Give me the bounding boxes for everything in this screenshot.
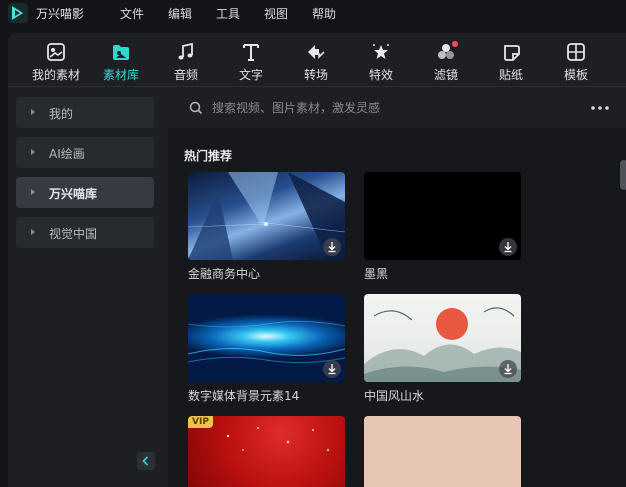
media-thumbnail [364, 294, 521, 382]
media-card-peach[interactable] [364, 416, 521, 487]
download-icon[interactable] [323, 360, 341, 378]
effects-star-icon [373, 44, 389, 59]
expand-arrow-icon [31, 189, 35, 195]
tab-template[interactable]: 模板 [544, 41, 608, 85]
tab-stock-library[interactable]: 素材库 [89, 41, 153, 85]
my-media-icon [47, 43, 65, 61]
menu-edit[interactable]: 编辑 [168, 5, 192, 22]
tab-effects-label: 特效 [368, 68, 393, 82]
download-icon[interactable] [323, 238, 341, 256]
template-icon [567, 43, 585, 61]
category-sidebar: 我的 AI绘画 万兴喵库 视觉中国 [8, 88, 168, 487]
media-card-title: 数字媒体背景元素14 [188, 389, 300, 403]
menu-help[interactable]: 帮助 [312, 5, 336, 22]
transition-icon [308, 45, 325, 59]
media-thumbnail [188, 172, 345, 260]
sidebar-item-mine[interactable]: 我的 [16, 97, 154, 128]
stock-library-icon [113, 45, 129, 60]
media-card-red-vip[interactable]: VIP [188, 416, 345, 487]
search-input[interactable] [212, 99, 512, 117]
sidebar-item-label: 万兴喵库 [49, 187, 98, 201]
tab-template-label: 模板 [563, 68, 588, 82]
menu-view[interactable]: 视图 [264, 5, 288, 22]
sidebar-item-label: AI绘画 [49, 147, 85, 161]
tab-stock-library-label: 素材库 [102, 68, 139, 82]
media-toolbar: 我的素材 素材库 音频 文字 转场 特效 滤镜 贴纸 模板 [8, 33, 626, 87]
tab-audio[interactable]: 音频 [154, 41, 218, 85]
media-card-digital-background[interactable]: 数字媒体背景元素14 [188, 294, 345, 404]
content-scrollbar[interactable] [620, 160, 626, 190]
app-title: 万兴喵影 [36, 7, 85, 21]
tab-audio-label: 音频 [173, 68, 198, 82]
media-card-title: 金融商务中心 [188, 267, 261, 281]
tab-filter-label: 滤镜 [433, 68, 458, 82]
tab-effects[interactable]: 特效 [349, 41, 413, 85]
tab-sticker[interactable]: 贴纸 [479, 41, 543, 85]
sidebar-item-visual-china[interactable]: 视觉中国 [16, 217, 154, 248]
media-content: 热门推荐 金融商务中心 [168, 88, 626, 487]
media-card-title: 中国风山水 [364, 389, 425, 403]
menu-file[interactable]: 文件 [120, 5, 144, 22]
main-panel: 我的素材 素材库 音频 文字 转场 特效 滤镜 贴纸 模板 我的 AI绘画 万兴… [8, 33, 626, 487]
menu-bar: 万兴喵影 文件 编辑 工具 视图 帮助 [0, 0, 626, 26]
media-card-ink-black[interactable]: 墨黑 [364, 172, 521, 282]
sidebar-item-ai-painting[interactable]: AI绘画 [16, 137, 154, 168]
download-icon[interactable] [499, 238, 517, 256]
tab-filter[interactable]: 滤镜 [414, 41, 478, 85]
media-card-finance-center[interactable]: 金融商务中心 [188, 172, 345, 282]
sidebar-item-label: 视觉中国 [49, 227, 98, 241]
filter-notification-dot [452, 41, 458, 47]
media-thumbnail: VIP [188, 416, 345, 487]
sticker-icon [504, 45, 520, 61]
media-thumbnail [188, 294, 345, 382]
expand-arrow-icon [31, 109, 35, 115]
tab-transition-label: 转场 [303, 68, 328, 82]
media-card-chinese-landscape[interactable]: 中国风山水 [364, 294, 521, 404]
media-thumbnail [364, 172, 521, 260]
search-bar [168, 88, 626, 128]
tab-text-label: 文字 [238, 68, 263, 82]
tab-sticker-label: 贴纸 [498, 68, 523, 82]
media-card-title: 墨黑 [364, 267, 389, 281]
search-icon [189, 101, 203, 115]
tab-transition[interactable]: 转场 [284, 41, 348, 85]
music-note-icon [178, 42, 193, 60]
app-logo-icon [8, 3, 28, 23]
expand-arrow-icon [31, 229, 35, 235]
expand-arrow-icon [31, 149, 35, 155]
chevron-left-icon [142, 456, 149, 466]
section-title: 热门推荐 [184, 149, 233, 163]
text-icon [243, 44, 259, 61]
collapse-sidebar-button[interactable] [137, 452, 155, 470]
download-icon[interactable] [499, 360, 517, 378]
menu-tools[interactable]: 工具 [216, 5, 240, 22]
media-thumbnail [364, 416, 521, 487]
tab-my-media[interactable]: 我的素材 [24, 41, 88, 85]
sidebar-item-label: 我的 [49, 107, 74, 121]
sidebar-item-wondershare-library[interactable]: 万兴喵库 [16, 177, 154, 208]
tab-my-media-label: 我的素材 [31, 68, 80, 82]
vip-badge: VIP [188, 416, 213, 428]
tab-text[interactable]: 文字 [219, 41, 283, 85]
more-options-icon[interactable] [588, 100, 612, 116]
